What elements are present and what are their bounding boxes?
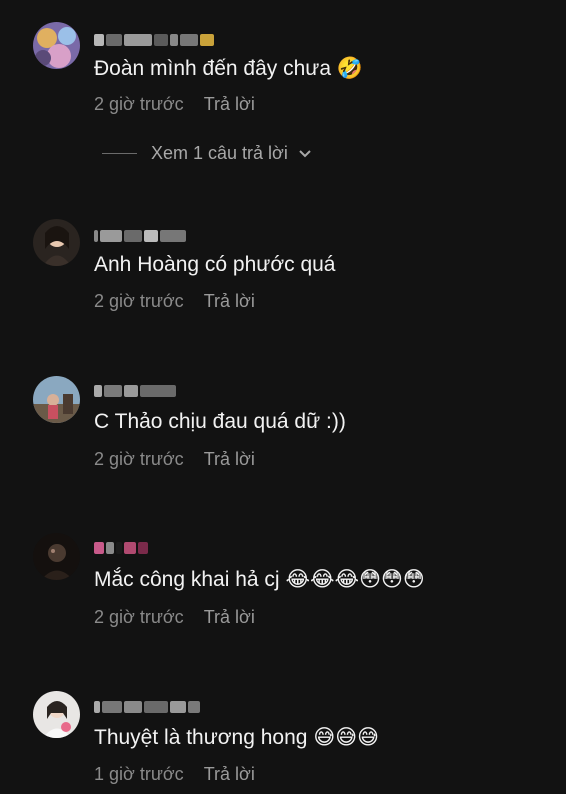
avatar[interactable] xyxy=(33,533,80,580)
timestamp: 1 giờ trước xyxy=(94,764,184,784)
reply-button[interactable]: Trả lời xyxy=(204,449,255,470)
comment-meta: 1 giờ trước Trả lời xyxy=(94,764,255,785)
comment-text: Thuyệt là thương hong 😅😅😅 xyxy=(94,725,379,749)
reply-button[interactable]: Trả lời xyxy=(204,607,255,628)
view-replies-button[interactable]: Xem 1 câu trả lời xyxy=(102,143,312,164)
comment-meta: 2 giờ trước Trả lời xyxy=(94,449,255,470)
username-blurred[interactable] xyxy=(94,699,200,715)
reply-button[interactable]: Trả lời xyxy=(204,764,255,785)
timestamp: 2 giờ trước xyxy=(94,607,184,627)
username-blurred[interactable] xyxy=(94,383,176,399)
comment-text: Đoàn mình đến đây chưa 🤣 xyxy=(94,56,364,80)
timestamp: 2 giờ trước xyxy=(94,94,184,114)
view-replies-label: Xem 1 câu trả lời xyxy=(151,143,288,163)
reply-button[interactable]: Trả lời xyxy=(204,291,255,312)
divider xyxy=(102,153,137,154)
comment-text: Anh Hoàng có phước quá xyxy=(94,253,336,276)
comment-text: C Thảo chịu đau quá dữ :)) xyxy=(94,410,346,433)
username-blurred[interactable] xyxy=(94,228,186,244)
comment-meta: 2 giờ trước Trả lời xyxy=(94,607,255,628)
avatar[interactable] xyxy=(33,219,80,266)
chevron-down-icon xyxy=(298,143,312,164)
avatar[interactable] xyxy=(33,376,80,423)
username-blurred[interactable] xyxy=(94,540,148,556)
avatar[interactable] xyxy=(33,22,80,69)
comment-text: Mắc công khai hả cj 😂😂😂😳😳😳 xyxy=(94,567,425,591)
timestamp: 2 giờ trước xyxy=(94,449,184,469)
reply-button[interactable]: Trả lời xyxy=(204,94,255,115)
timestamp: 2 giờ trước xyxy=(94,291,184,311)
comment-meta: 2 giờ trước Trả lời xyxy=(94,291,255,312)
comment-meta: 2 giờ trước Trả lời xyxy=(94,94,255,115)
avatar[interactable] xyxy=(33,691,80,738)
username-blurred[interactable] xyxy=(94,32,214,48)
